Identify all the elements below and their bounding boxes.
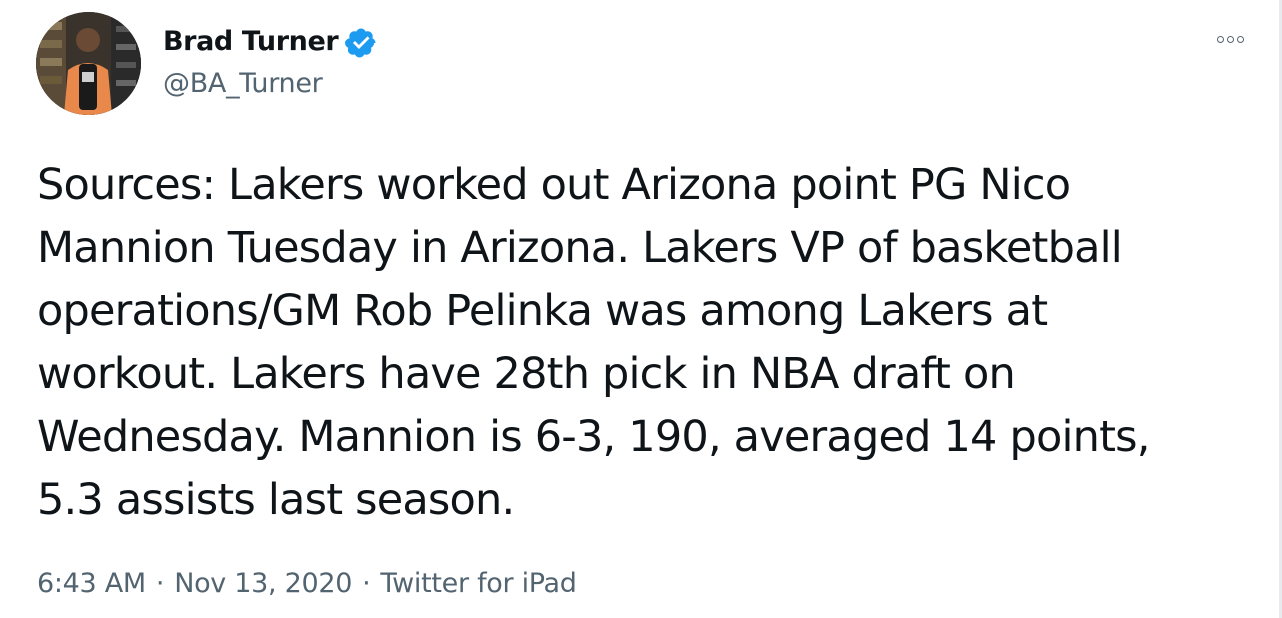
more-options-button[interactable] (1208, 28, 1252, 50)
avatar[interactable] (36, 12, 141, 115)
more-options-icon (1226, 35, 1234, 43)
meta-separator: · (362, 568, 371, 599)
tweet-source[interactable]: Twitter for iPad (380, 564, 577, 604)
tweet-card: Brad Turner @BA_Turner Sources: Lakers w… (0, 0, 1282, 618)
more-options-icon (1236, 35, 1244, 43)
tweet-date[interactable]: Nov 13, 2020 (174, 564, 352, 604)
author-display-name[interactable]: Brad Turner (163, 22, 339, 62)
author-handle[interactable]: @BA_Turner (163, 64, 323, 104)
author-name-row: Brad Turner (163, 22, 378, 62)
tweet-metadata: 6:43 AM · Nov 13, 2020 · Twitter for iPa… (37, 564, 577, 604)
meta-separator: · (155, 568, 165, 599)
tweet-time[interactable]: 6:43 AM (37, 564, 146, 604)
avatar-photo-icon (36, 12, 141, 115)
more-options-icon (1216, 35, 1224, 43)
verified-badge-icon (344, 26, 378, 60)
tweet-text: Sources: Lakers worked out Arizona point… (37, 160, 1150, 525)
